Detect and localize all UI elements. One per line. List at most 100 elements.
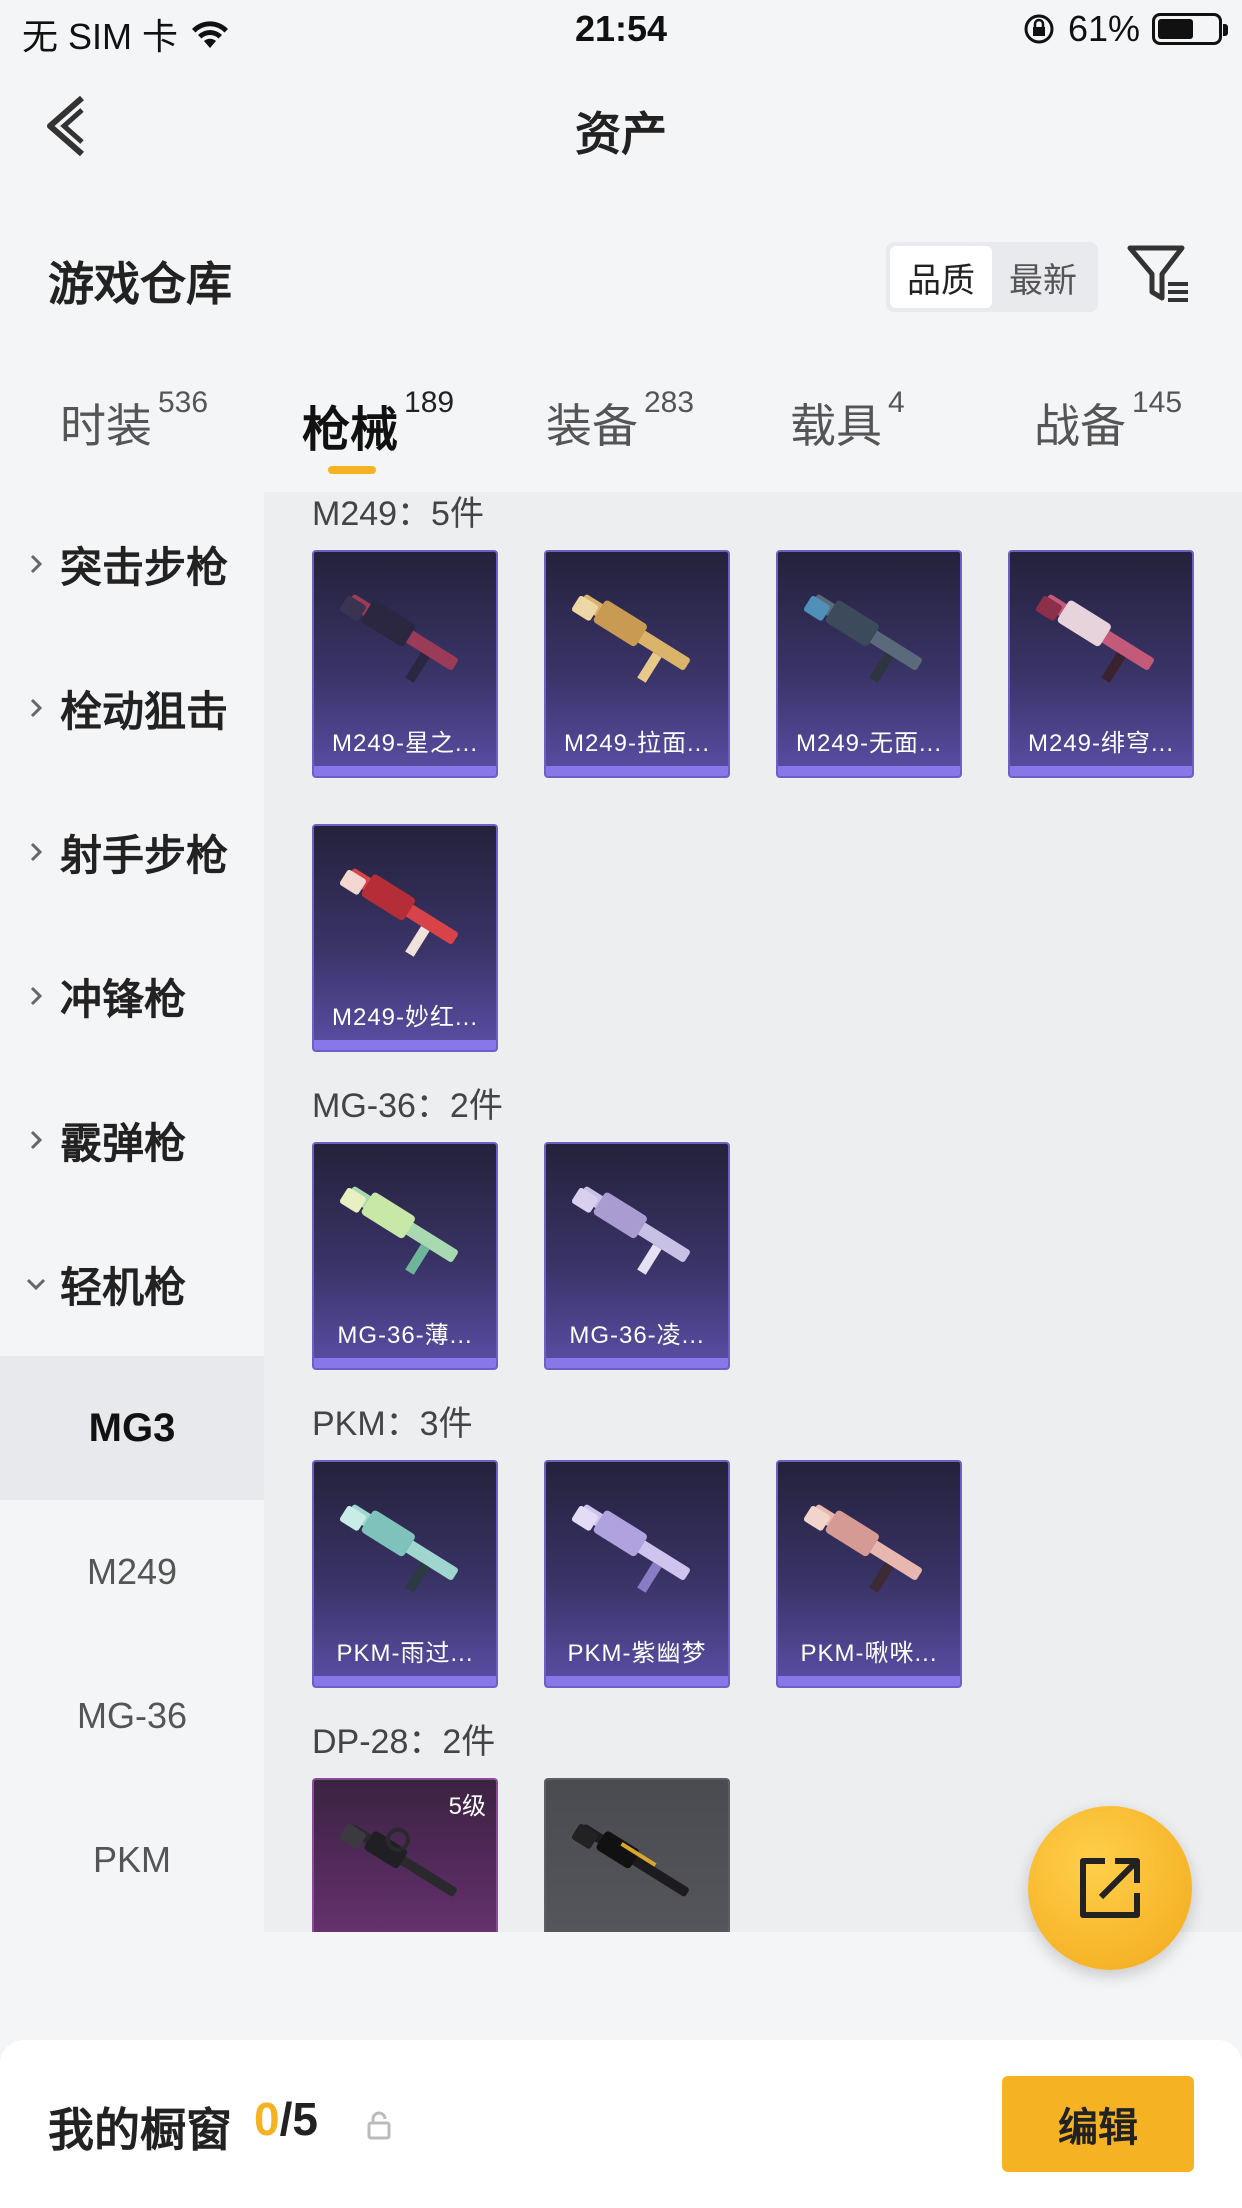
showcase-bar: 我的橱窗 0/5 编辑 bbox=[0, 2040, 1242, 2208]
sort-quality-option[interactable]: 品质 bbox=[890, 246, 992, 308]
status-bar: 无 SIM 卡 21:54 61% bbox=[0, 0, 1242, 64]
rifle-icon bbox=[339, 1504, 458, 1593]
sidebar-subitem-mg3[interactable]: MG3 bbox=[0, 1356, 264, 1500]
card-rarity-bar bbox=[314, 1676, 496, 1686]
sidebar-item-label: 冲锋枪 bbox=[60, 975, 187, 1023]
rifle-icon bbox=[571, 1823, 689, 1897]
tab-count: 4 bbox=[888, 386, 905, 419]
sidebar-subitem-pkm[interactable]: PKM bbox=[0, 1788, 264, 1932]
weapon-card[interactable]: PKM-雨过... bbox=[312, 1460, 498, 1688]
tab-vehicles[interactable]: 载具 4 bbox=[790, 386, 905, 456]
group-header-m249: M249：5件 bbox=[312, 495, 484, 533]
weapon-list: M249：5件 M249-星之... M249-拉面... M249-无面...… bbox=[264, 492, 1242, 1932]
weapon-card[interactable]: M249-无面... bbox=[776, 550, 962, 778]
battery-percent: 61% bbox=[1067, 8, 1140, 49]
weapon-card[interactable]: M249-绯穹... bbox=[1008, 550, 1194, 778]
card-rarity-bar bbox=[546, 1358, 728, 1368]
weapon-card[interactable]: MG-36-薄... bbox=[312, 1142, 498, 1370]
filter-button[interactable] bbox=[1124, 240, 1194, 310]
sidebar-item-label: 射手步枪 bbox=[60, 831, 229, 879]
group-header-pkm: PKM：3件 bbox=[312, 1405, 473, 1443]
weapon-name: PKM-啾咪... bbox=[800, 1640, 938, 1667]
rifle-icon bbox=[571, 1504, 690, 1593]
weapon-name: MG-36-凌... bbox=[569, 1322, 705, 1349]
weapon-name: PKM-紫幽梦 bbox=[567, 1640, 707, 1667]
battery-fill bbox=[1158, 19, 1194, 39]
share-icon bbox=[1080, 1858, 1140, 1918]
chevron-right-icon bbox=[30, 1130, 43, 1150]
warehouse-title: 游戏仓库 bbox=[48, 258, 232, 310]
sidebar-item-assault-rifle[interactable]: 突击步枪 bbox=[0, 492, 264, 636]
tab-count: 145 bbox=[1132, 386, 1183, 419]
sidebar-item-bolt-sniper[interactable]: 栓动狙击 bbox=[0, 636, 264, 780]
group-header-mg36: MG-36：2件 bbox=[312, 1087, 503, 1125]
weapon-card[interactable]: PKM-啾咪... bbox=[776, 1460, 962, 1688]
share-button[interactable] bbox=[1028, 1806, 1192, 1970]
sidebar-item-smg[interactable]: 冲锋枪 bbox=[0, 924, 264, 1068]
showcase-label: 我的橱窗 bbox=[48, 2104, 232, 2156]
weapon-card[interactable]: M249-拉面... bbox=[544, 550, 730, 778]
sort-toggle: 品质 最新 bbox=[886, 242, 1098, 312]
tab-fashion[interactable]: 时装 536 bbox=[60, 386, 208, 456]
chevron-down-icon bbox=[26, 1278, 46, 1291]
rifle-icon bbox=[339, 1823, 457, 1897]
sidebar-item-label: 霰弹枪 bbox=[60, 1119, 187, 1167]
chevron-right-icon bbox=[30, 554, 43, 574]
card-rarity-bar bbox=[314, 766, 496, 776]
sort-newest-option[interactable]: 最新 bbox=[992, 246, 1094, 308]
weapon-card[interactable] bbox=[544, 1778, 730, 1932]
orientation-lock-icon bbox=[1024, 14, 1054, 44]
rifle-icon bbox=[571, 1186, 690, 1275]
filter-icon bbox=[1127, 245, 1188, 302]
chevron-right-icon bbox=[30, 986, 43, 1006]
tab-label: 战备 bbox=[1034, 400, 1126, 452]
weapon-card[interactable]: M249-妙红... bbox=[312, 824, 498, 1052]
showcase-total: /5 bbox=[279, 2093, 318, 2145]
sidebar-item-marksman-rifle[interactable]: 射手步枪 bbox=[0, 780, 264, 924]
tab-supplies[interactable]: 战备 145 bbox=[1034, 386, 1182, 456]
group-header-dp28: DP-28：2件 bbox=[312, 1723, 496, 1761]
card-rarity-bar bbox=[314, 1040, 496, 1050]
sidebar-item-label: 轻机枪 bbox=[60, 1263, 187, 1311]
card-rarity-bar bbox=[778, 766, 960, 776]
sidebar-subitem-mg36[interactable]: MG-36 bbox=[0, 1644, 264, 1788]
sidebar-item-shotgun[interactable]: 霰弹枪 bbox=[0, 1068, 264, 1212]
edit-button[interactable]: 编辑 bbox=[1002, 2076, 1194, 2172]
chevron-right-icon bbox=[30, 698, 43, 718]
rifle-icon bbox=[339, 1186, 458, 1275]
rifle-icon bbox=[339, 868, 458, 957]
weapon-card[interactable]: M249-星之... bbox=[312, 550, 498, 778]
status-right: 61% bbox=[1022, 8, 1228, 50]
sidebar-item-lmg[interactable]: 轻机枪 bbox=[0, 1212, 264, 1356]
category-tabs: 时装 536 枪械 189 装备 283 载具 4 战备 145 bbox=[0, 386, 1242, 490]
card-rarity-bar bbox=[1010, 766, 1192, 776]
weapon-name: M249-拉面... bbox=[563, 730, 711, 757]
rifle-icon bbox=[1035, 594, 1154, 683]
rifle-icon bbox=[803, 1504, 922, 1593]
tab-label: 时装 bbox=[60, 400, 152, 452]
tab-equipment[interactable]: 装备 283 bbox=[546, 386, 694, 456]
page-title: 资产 bbox=[575, 108, 667, 160]
tab-label: 载具 bbox=[790, 400, 882, 452]
battery-icon bbox=[1152, 13, 1228, 45]
lock-icon bbox=[367, 2111, 391, 2140]
tab-label: 装备 bbox=[546, 400, 638, 452]
weapon-category-sidebar: 突击步枪 栓动狙击 射手步枪 冲锋枪 霰弹枪 轻机枪 MG3 M249 MG-3… bbox=[0, 492, 264, 1932]
weapon-card[interactable]: 5级 bbox=[312, 1778, 498, 1932]
sidebar-item-label: 突击步枪 bbox=[60, 543, 229, 591]
rifle-icon bbox=[571, 594, 690, 683]
showcase-current: 0 bbox=[254, 2093, 280, 2145]
showcase-count: 0/5 bbox=[254, 2092, 318, 2146]
tab-weapons[interactable]: 枪械 189 bbox=[302, 386, 454, 460]
sidebar-subitem-m249[interactable]: M249 bbox=[0, 1500, 264, 1644]
card-rarity-bar bbox=[546, 766, 728, 776]
weapon-card[interactable]: PKM-紫幽梦 bbox=[544, 1460, 730, 1688]
card-rarity-bar bbox=[314, 1358, 496, 1368]
weapon-card[interactable]: MG-36-凌... bbox=[544, 1142, 730, 1370]
card-rarity-bar bbox=[778, 1676, 960, 1686]
sidebar-item-label: 栓动狙击 bbox=[60, 687, 229, 735]
weapon-name: M249-无面... bbox=[795, 730, 943, 757]
tab-count: 536 bbox=[158, 386, 209, 419]
tab-label: 枪械 bbox=[302, 404, 399, 457]
rifle-icon bbox=[803, 594, 922, 683]
